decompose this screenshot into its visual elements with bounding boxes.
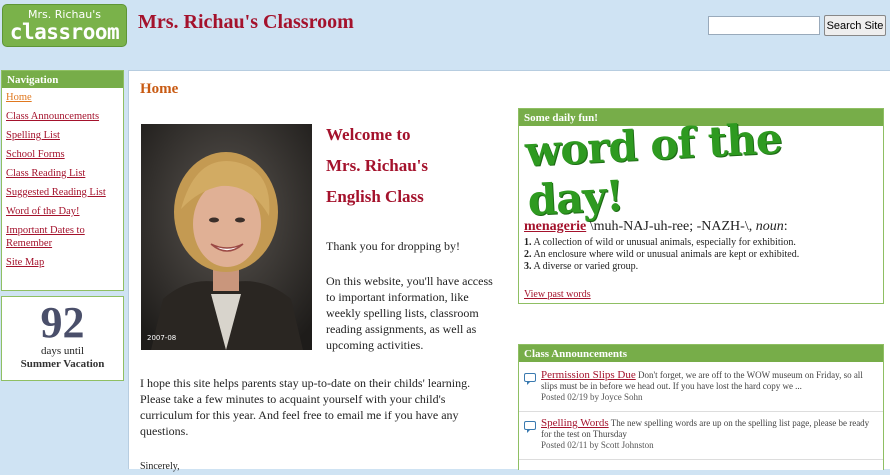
announcement-item: Spelling Words The new spelling words ar… [519,415,883,460]
nav-link-spelling-list[interactable]: Spelling List [6,130,60,141]
intro-text: On this website, you'll have access to i… [326,274,493,352]
speech-bubble-icon [524,373,536,385]
nav-item-spelling-list: Spelling List [6,129,119,142]
daily-fun-panel: Some daily fun! word of the day! menager… [518,108,884,304]
nav-link-site-map[interactable]: Site Map [6,257,44,268]
wotd-definition: 2. An enclosure where wild or unusual an… [524,249,799,261]
welcome-line2: Mrs. Richau's [326,156,428,175]
wotd-definition-line: menagerie \muh-NAJ-uh-ree; -NAZH-\, noun… [524,219,788,234]
nav-item-important-dates: Important Dates to Remember [6,224,119,250]
teacher-portrait-illustration [141,124,312,350]
speech-bubble-icon [524,421,536,433]
search-button[interactable]: Search Site [824,15,886,36]
search-input[interactable] [708,16,820,35]
announcement-meta: Posted 02/19 by Joyce Sohn [541,392,643,402]
welcome-heading: Welcome to Mrs. Richau's English Class [326,119,506,212]
countdown-target: Summer Vacation [20,358,105,370]
announcement-title-link[interactable]: Permission Slips Due [541,369,636,381]
nav-item-home: Home [6,91,119,104]
wotd-definitions: 1. A collection of wild or unusual anima… [524,237,799,273]
welcome-line1: Welcome to [326,125,411,144]
thanks-text: Thank you for dropping by! [326,239,460,253]
hope-text: I hope this site helps parents stay up-t… [140,376,471,438]
wotd-banner: word of the day! [523,113,783,225]
announcement-item: Permission Slips Due Don't forget, we ar… [519,367,883,412]
announcement-meta: Posted 02/11 by Scott Johnston [541,440,654,450]
nav-item-class-announcements: Class Announcements [6,110,119,123]
nav-link-word-of-the-day[interactable]: Word of the Day! [6,206,80,217]
nav-item-school-forms: School Forms [6,148,119,161]
class-announcements-heading: Class Announcements [519,345,883,362]
nav-link-important-dates[interactable]: Important Dates to Remember [6,225,85,249]
nav-link-school-forms[interactable]: School Forms [6,149,65,160]
view-past-words-link[interactable]: View past words [524,289,591,300]
wotd-pronunciation: \muh-NAJ-uh-ree; -NAZH-\, [586,219,756,234]
class-announcements-panel: Class Announcements Permission Slips Due… [518,344,884,470]
nav-item-word-of-the-day: Word of the Day! [6,205,119,218]
announcement-title-link[interactable]: Spelling Words [541,417,609,429]
navigation-panel: Navigation Home Class Announcements Spel… [1,70,124,291]
nav-link-suggested-reading-list[interactable]: Suggested Reading List [6,187,106,198]
nav-link-class-announcements[interactable]: Class Announcements [6,111,99,122]
wotd-definition: 3. A diverse or varied group. [524,261,799,273]
definition-number: 1. [524,237,532,248]
wotd-definition: 1. A collection of wild or unusual anima… [524,237,799,249]
definition-number: 2. [524,249,532,260]
site-logo[interactable]: Mrs. Richau's classroom [2,4,127,47]
nav-item-suggested-reading-list: Suggested Reading List [6,186,119,199]
photo-caption: 2007-08 [147,334,177,342]
navigation-list: Home Class Announcements Spelling List S… [2,88,123,278]
sincerely-text: Sincerely, [140,461,180,472]
welcome-line3: English Class [326,187,424,206]
nav-link-class-reading-list[interactable]: Class Reading List [6,168,85,179]
nav-item-site-map: Site Map [6,256,119,269]
wotd-word-link[interactable]: menagerie [524,219,586,234]
definition-number: 3. [524,261,532,272]
site-title[interactable]: Mrs. Richau's Classroom [138,11,354,34]
countdown-widget: 92 days until Summer Vacation [1,296,124,381]
definition-text: An enclosure where wild or unusual anima… [531,249,800,260]
teacher-photo: 2007-08 [141,124,312,350]
page-heading: Home [140,81,179,97]
nav-item-class-reading-list: Class Reading List [6,167,119,180]
nav-link-home[interactable]: Home [6,92,32,103]
definition-text: A collection of wild or unusual animals,… [531,237,796,248]
logo-line2: classroom [9,20,120,44]
logo-line1: Mrs. Richau's [28,8,101,21]
navigation-heading: Navigation [2,71,123,88]
definition-text: A diverse or varied group. [531,261,639,272]
main-content: Home 2007-08 Welcome to Mrs. Richau's En… [128,70,890,472]
countdown-unit: days until [40,345,85,357]
wotd-part-of-speech: noun [755,219,784,234]
countdown-days: 92 [40,298,85,347]
